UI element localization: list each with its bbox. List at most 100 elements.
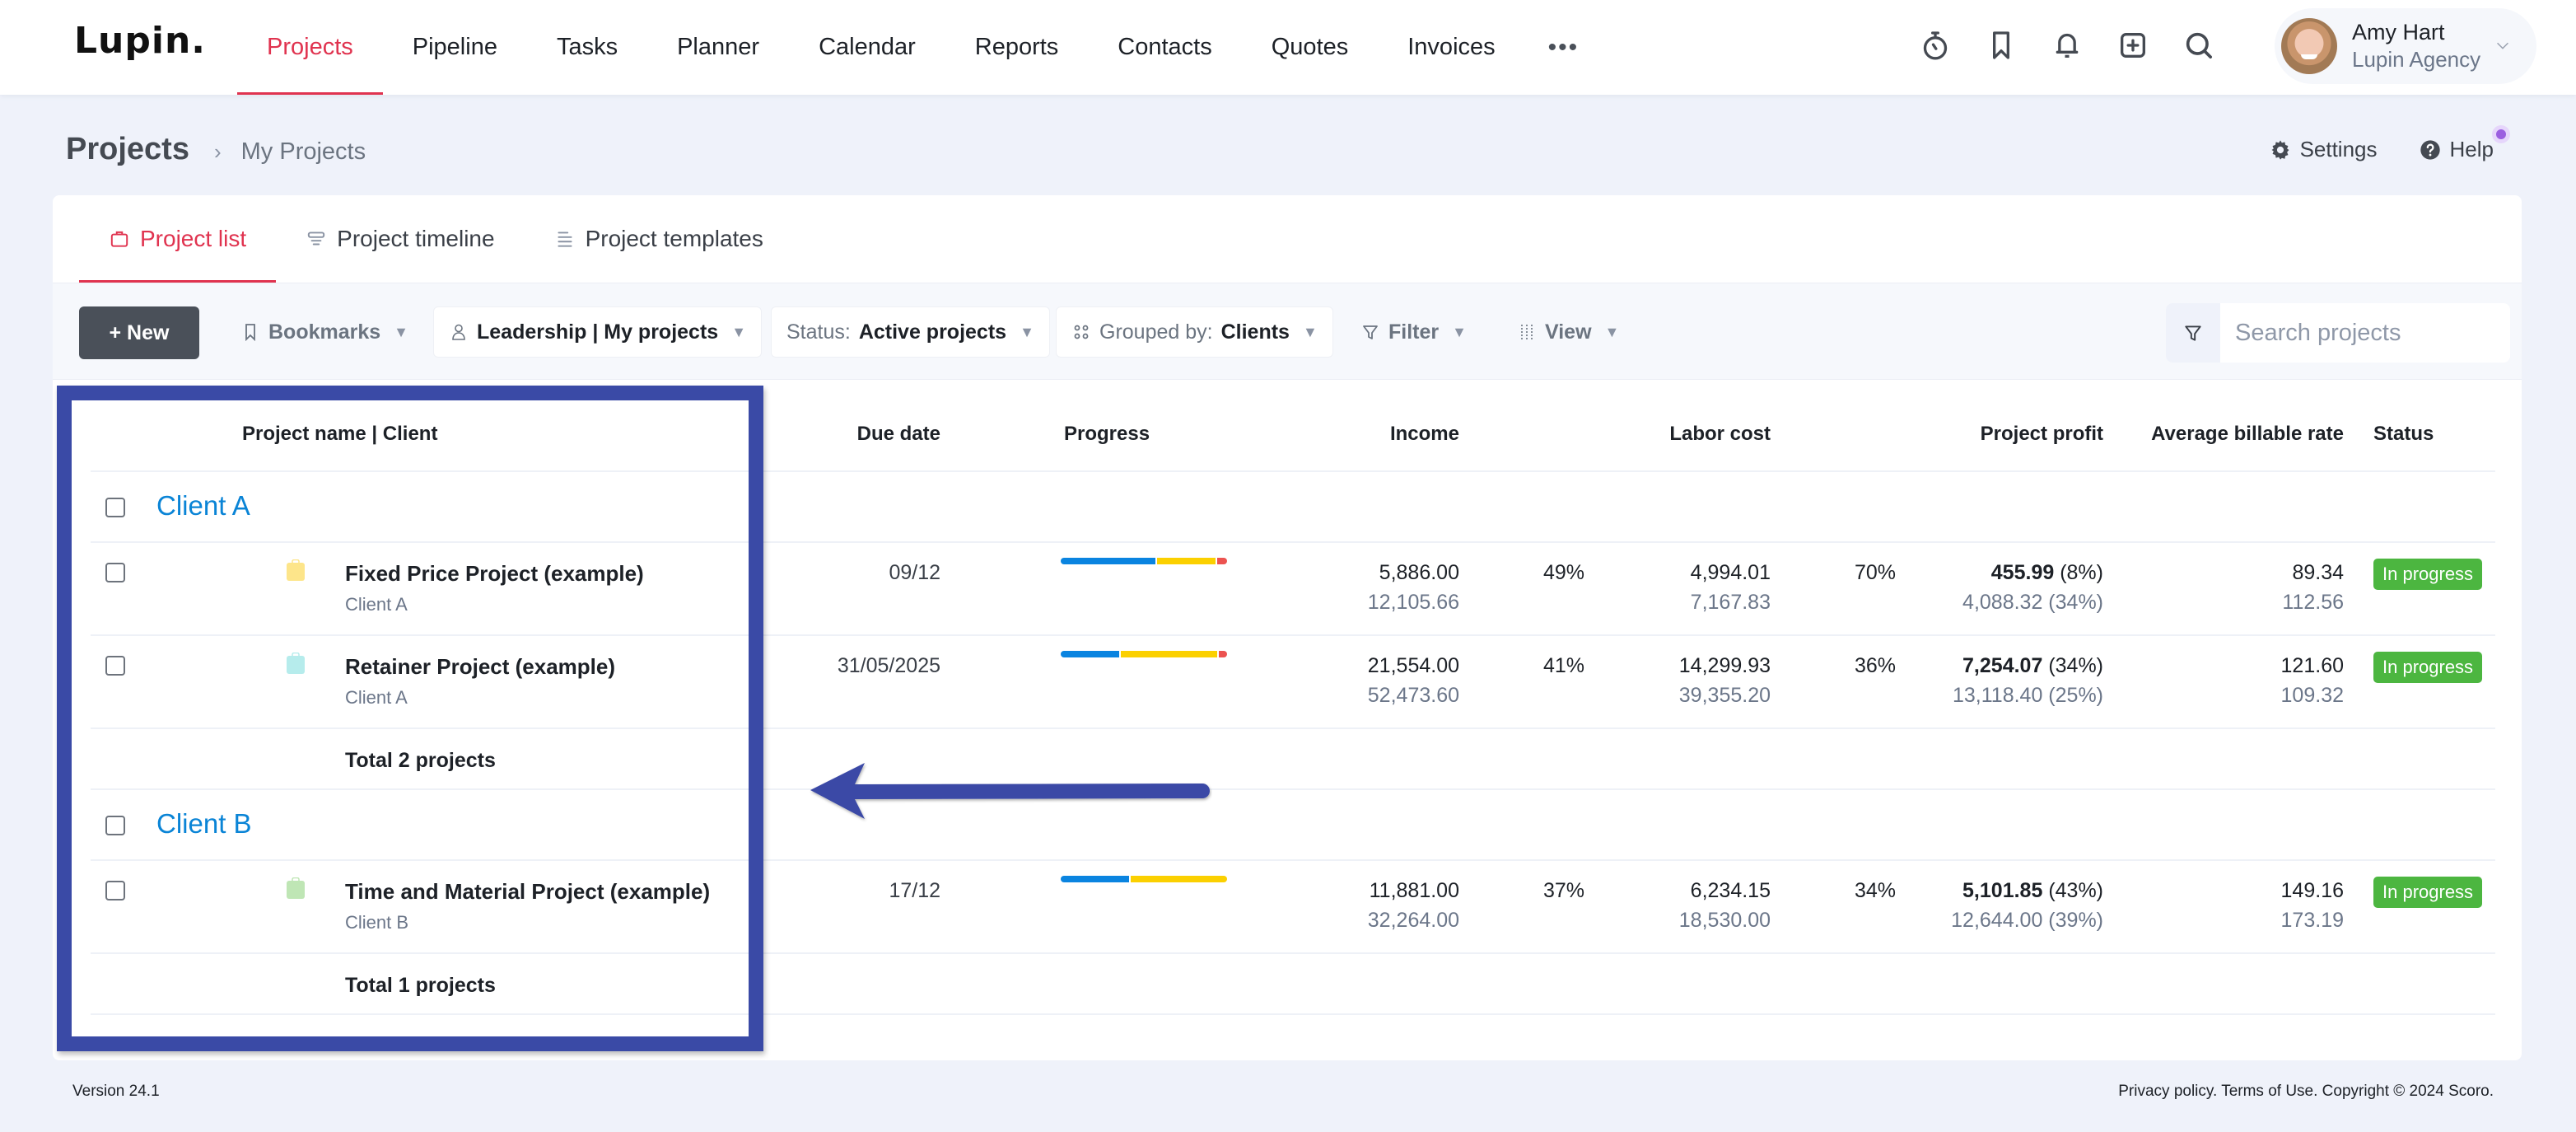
group-client-link[interactable]: Client B <box>156 808 252 840</box>
labor-cost-value: 14,299.93 <box>1678 654 1771 677</box>
column-header-due-date[interactable]: Due date <box>857 423 940 446</box>
bookmarks-dropdown[interactable]: Bookmarks ▼ <box>226 306 423 358</box>
quick-add-button[interactable] <box>2116 25 2149 66</box>
legal-links[interactable]: Privacy policy. Terms of Use. Copyright … <box>2118 1083 2494 1101</box>
project-name-link[interactable]: Fixed Price Project (example) <box>345 561 644 587</box>
view-selector-label: Leadership | My projects <box>477 320 719 344</box>
list-toolbar: + New Bookmarks ▼ Leadership | My projec… <box>53 283 2522 380</box>
nav-item-contacts[interactable]: Contacts <box>1088 0 1241 95</box>
status-badge[interactable]: In progress <box>2373 652 2483 683</box>
breadcrumb-separator-icon: › <box>213 139 222 164</box>
timeline-icon <box>307 232 325 246</box>
row-checkbox[interactable] <box>105 881 125 900</box>
column-header-project-profit[interactable]: Project profit <box>1981 423 2103 446</box>
column-header-income[interactable]: Income <box>1390 423 1459 446</box>
project-name-link[interactable]: Retainer Project (example) <box>345 654 615 680</box>
row-checkbox[interactable] <box>105 563 125 582</box>
nav-item-quotes[interactable]: Quotes <box>1242 0 1379 95</box>
profit-percent: (43%) <box>2048 879 2103 902</box>
labor-cost-percent: 34% <box>1855 879 1897 902</box>
nav-item-reports[interactable]: Reports <box>945 0 1089 95</box>
filter-dropdown[interactable]: Filter ▼ <box>1346 306 1482 358</box>
project-client[interactable]: Client A <box>345 594 408 615</box>
breadcrumb-current: My Projects <box>240 138 366 165</box>
nav-item-pipeline[interactable]: Pipeline <box>383 0 527 95</box>
funnel-icon <box>2185 325 2201 341</box>
tab-project-timeline[interactable]: Project timeline <box>276 195 524 283</box>
user-menu[interactable]: Amy Hart Lupin Agency <box>2275 8 2536 84</box>
column-header-status[interactable]: Status <box>2373 423 2434 446</box>
income-planned: 52,473.60 <box>1367 684 1459 707</box>
table-row[interactable]: Time and Material Project (example) Clie… <box>91 861 2495 954</box>
settings-button[interactable]: Settings <box>2269 137 2378 162</box>
tab-label: Project templates <box>585 226 763 251</box>
nav-item-planner[interactable]: Planner <box>647 0 789 95</box>
nav-item-calendar[interactable]: Calendar <box>789 0 945 95</box>
profit-percent: (34%) <box>2048 654 2103 677</box>
column-header-progress[interactable]: Progress <box>1064 423 1150 446</box>
project-bag-icon <box>287 653 305 674</box>
table-row[interactable]: Retainer Project (example) Client A 31/0… <box>91 636 2495 729</box>
view-selector-dropdown[interactable]: Leadership | My projects ▼ <box>433 306 763 358</box>
search-filter-button[interactable] <box>2166 303 2220 363</box>
progress-segment-in-progress <box>1157 558 1216 564</box>
app-logo[interactable]: Lupin. <box>74 20 206 62</box>
labor-cost-percent: 36% <box>1855 654 1897 677</box>
more-icon: ••• <box>1547 33 1580 61</box>
nav-item-projects[interactable]: Projects <box>237 0 383 95</box>
global-search-button[interactable] <box>2182 25 2215 66</box>
filter-label: Filter <box>1388 320 1440 344</box>
bell-icon <box>2056 33 2079 58</box>
group-checkbox[interactable] <box>105 498 125 517</box>
notifications-button[interactable] <box>2051 25 2084 66</box>
bookmarks-label: Bookmarks <box>268 320 381 344</box>
nav-more-button[interactable]: ••• <box>1525 0 1603 95</box>
help-button[interactable]: Help <box>2419 125 2510 162</box>
help-label: Help <box>2449 137 2494 161</box>
status-badge[interactable]: In progress <box>2373 877 2483 908</box>
nav-label: Contacts <box>1118 34 1212 60</box>
status-badge[interactable]: In progress <box>2373 559 2483 590</box>
view-options-dropdown[interactable]: View ▼ <box>1502 306 1634 358</box>
group-checkbox[interactable] <box>105 816 125 835</box>
nav-item-tasks[interactable]: Tasks <box>527 0 647 95</box>
labor-cost-planned: 39,355.20 <box>1678 684 1771 707</box>
billable-rate-value: 121.60 <box>2280 654 2344 677</box>
main-nav: Projects Pipeline Tasks Planner Calendar… <box>237 0 1602 95</box>
due-date: 17/12 <box>889 879 940 902</box>
project-name-link[interactable]: Time and Material Project (example) <box>345 879 710 905</box>
help-icon <box>2420 139 2440 160</box>
settings-label: Settings <box>2299 137 2378 161</box>
column-header-average-billable-rate[interactable]: Average billable rate <box>2151 423 2344 446</box>
due-date: 09/12 <box>889 561 940 584</box>
status-dropdown[interactable]: Status: Active projects ▼ <box>771 306 1050 358</box>
labor-cost-value: 4,994.01 <box>1690 561 1771 584</box>
progress-segment-in-progress <box>1121 651 1217 657</box>
profit-value: 5,101.85 <box>1962 879 2043 902</box>
income-percent: 49% <box>1543 561 1585 584</box>
group-by-value: Clients <box>1220 320 1290 344</box>
progress-segment-done <box>1061 651 1119 657</box>
stopwatch-icon <box>1923 31 1948 60</box>
nav-label: Pipeline <box>412 34 497 60</box>
new-project-button[interactable]: + New <box>79 306 199 359</box>
timer-button[interactable] <box>1919 25 1952 66</box>
table-row[interactable]: Fixed Price Project (example) Client A 0… <box>91 543 2495 636</box>
breadcrumb-root[interactable]: Projects <box>66 132 189 167</box>
group-row-client-a: Client A <box>91 472 2495 543</box>
project-client[interactable]: Client A <box>345 687 408 709</box>
project-client[interactable]: Client B <box>345 912 408 933</box>
group-by-dropdown[interactable]: Grouped by: Clients ▼ <box>1056 306 1333 358</box>
caret-down-icon: ▼ <box>1604 323 1620 340</box>
column-header-labor-cost[interactable]: Labor cost <box>1669 423 1771 446</box>
search-input[interactable] <box>2220 319 2500 347</box>
column-header-name[interactable]: Project name | Client <box>242 423 437 446</box>
status-filter-value: Active projects <box>858 320 1007 344</box>
tab-project-list[interactable]: Project list <box>79 195 277 283</box>
row-checkbox[interactable] <box>105 656 125 676</box>
view-options-label: View <box>1545 320 1592 344</box>
group-client-link[interactable]: Client A <box>156 490 250 522</box>
tab-project-templates[interactable]: Project templates <box>525 195 793 283</box>
bookmarks-button[interactable] <box>1985 25 2018 66</box>
nav-item-invoices[interactable]: Invoices <box>1378 0 1524 95</box>
